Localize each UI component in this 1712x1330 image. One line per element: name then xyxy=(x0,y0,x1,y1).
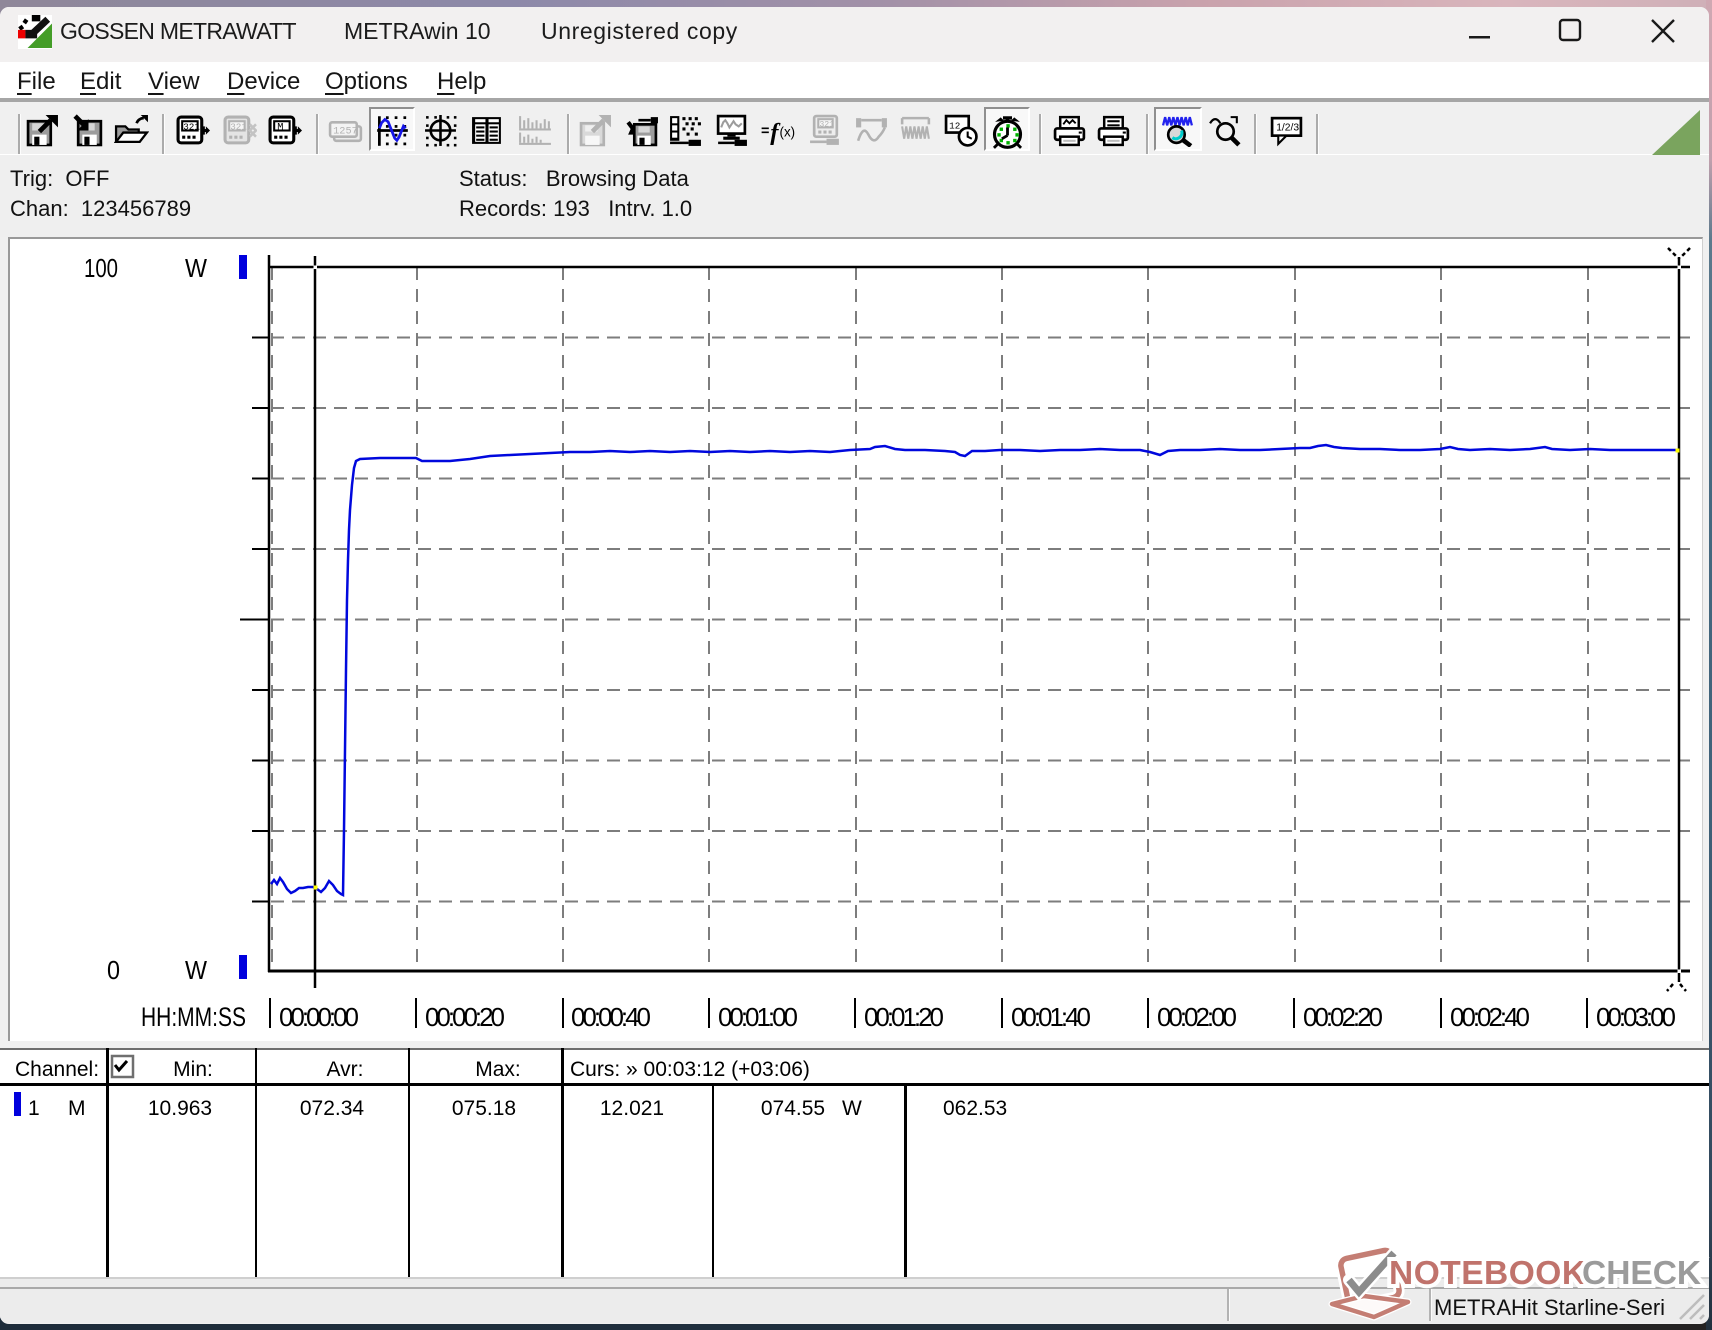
svg-text:075.18: 075.18 xyxy=(452,1097,516,1120)
svg-text:=: = xyxy=(761,124,769,140)
svg-text:0: 0 xyxy=(107,957,120,985)
svg-text:00:01:00: 00:01:00 xyxy=(718,1002,798,1032)
svg-text:W: W xyxy=(842,1097,862,1120)
svg-text:NOTEBOOK: NOTEBOOK xyxy=(1389,1255,1587,1292)
svg-text:062.53: 062.53 xyxy=(943,1097,1007,1120)
svg-text:HH:MM:SS: HH:MM:SS xyxy=(141,1002,246,1032)
svg-text:321: 321 xyxy=(819,120,834,129)
svg-text:321: 321 xyxy=(230,121,247,132)
svg-text:Min:: Min: xyxy=(173,1058,213,1081)
svg-text:00:00:40: 00:00:40 xyxy=(571,1002,651,1032)
svg-text:M: M xyxy=(68,1097,86,1120)
svg-text:10.963: 10.963 xyxy=(148,1097,212,1120)
svg-text:Curs: » 00:03:12 (+03:06): Curs: » 00:03:12 (+03:06) xyxy=(570,1058,810,1081)
svg-text:00:01:40: 00:01:40 xyxy=(1011,1002,1091,1032)
svg-text:CHECK: CHECK xyxy=(1582,1255,1701,1292)
svg-text:00:00:00: 00:00:00 xyxy=(279,1002,359,1032)
svg-text:00:03:00: 00:03:00 xyxy=(1596,1002,1676,1032)
svg-text:321: 321 xyxy=(183,121,200,132)
svg-text:Max:: Max: xyxy=(475,1058,521,1081)
svg-text:00:01:20: 00:01:20 xyxy=(864,1002,944,1032)
svg-text:072.34: 072.34 xyxy=(300,1097,365,1120)
svg-text:W: W xyxy=(185,957,207,985)
svg-text:12.021: 12.021 xyxy=(600,1097,664,1120)
svg-text:1257: 1257 xyxy=(333,126,358,138)
svg-text:00:02:20: 00:02:20 xyxy=(1303,1002,1383,1032)
svg-text:Channel:: Channel: xyxy=(15,1058,99,1081)
svg-text:(x): (x) xyxy=(780,125,796,140)
svg-text:00:02:00: 00:02:00 xyxy=(1157,1002,1237,1032)
svg-text:100: 100 xyxy=(84,255,118,283)
svg-text:00:00:20: 00:00:20 xyxy=(425,1002,505,1032)
svg-text:Avr:: Avr: xyxy=(327,1058,364,1081)
svg-text:00:02:40: 00:02:40 xyxy=(1450,1002,1530,1032)
svg-text:W: W xyxy=(185,255,207,283)
svg-text:1/2/3: 1/2/3 xyxy=(1276,123,1299,134)
svg-text:12: 12 xyxy=(949,120,960,131)
svg-text:1: 1 xyxy=(28,1097,40,1120)
svg-text:074.55: 074.55 xyxy=(761,1097,825,1120)
svg-text:M: M xyxy=(277,121,283,133)
